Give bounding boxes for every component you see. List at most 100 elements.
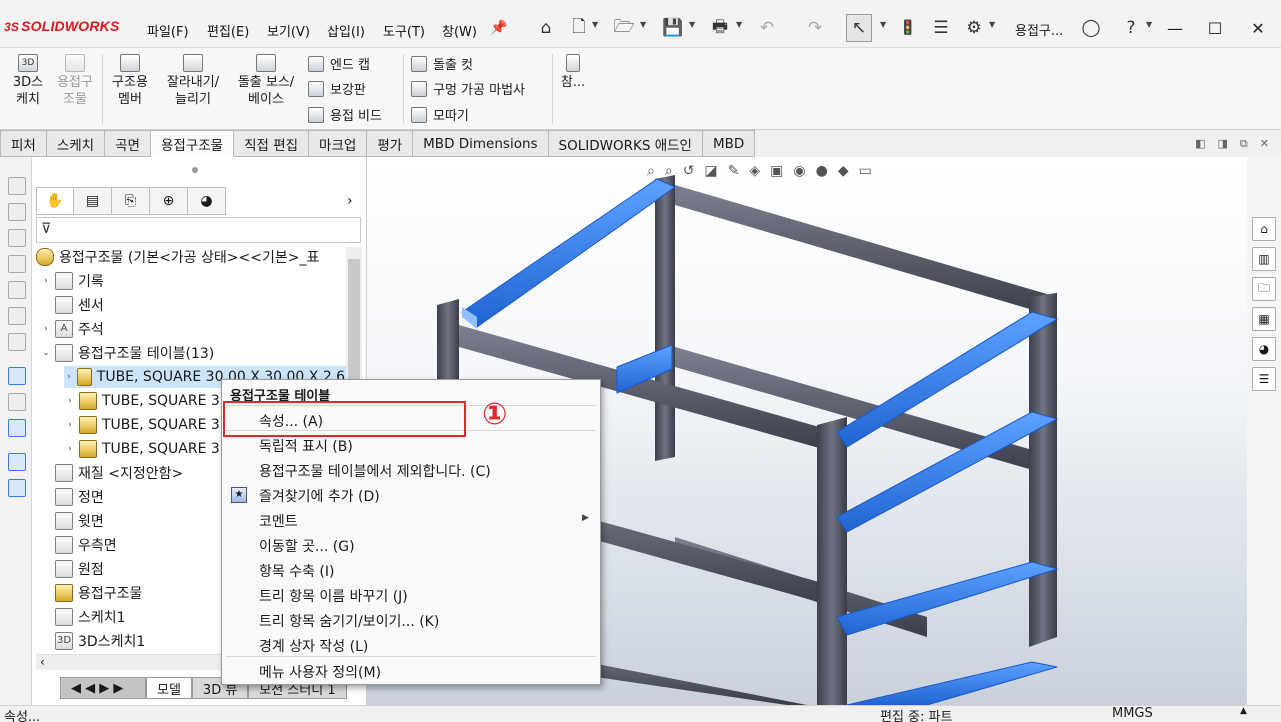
hide-show-items-icon[interactable]: ◉ [793,163,805,179]
menu-item-add-to-favorites[interactable]: 즐겨찾기에 추가 (D) [259,486,380,506]
tab-evaluate[interactable]: 평가 [367,130,414,157]
chevron-down-icon[interactable]: ▼ [689,20,695,29]
configuration-manager-tab-icon[interactable]: ⎘ [112,187,150,215]
undo-icon[interactable]: ↶ [756,17,778,39]
tree-item-cutlist-4[interactable]: › TUBE, SQUARE 3 [64,438,220,460]
menu-item-comment[interactable]: 코멘트 [259,511,298,531]
previous-view-icon[interactable]: ↺ [683,163,695,179]
edit-icon[interactable] [8,393,26,411]
menu-item-customize-menu[interactable]: 메뉴 사용자 정의(M) [259,662,381,682]
view-palette-icon[interactable]: ▦ [1252,307,1276,331]
tab-navigation-arrows[interactable]: ◀ ◀ ▶ ▶ [60,677,146,699]
traffic-light-icon[interactable]: 🚦 [897,17,919,39]
tab-weldments[interactable]: 용접구조물 [150,130,235,157]
status-unit-system[interactable]: MMGS [1112,706,1153,721]
menu-edit[interactable]: 편집(E) [207,21,249,40]
help-icon[interactable]: ? [1120,17,1142,39]
home-icon[interactable]: ⌂ [1252,217,1276,241]
apply-scene-icon[interactable]: ◆ [838,163,849,179]
zoom-area-icon[interactable]: ⌕ [665,163,673,179]
weld-bead-button[interactable]: 용접 비드 [308,105,382,124]
select-pointer-icon[interactable]: ↖ [846,14,872,42]
menu-insert[interactable]: 삽입(I) [327,21,365,40]
gusset-button[interactable]: 보강판 [308,79,366,98]
menu-item-exclude-from-cutlist[interactable]: 용접구조물 테이블에서 제외합니다. (C) [259,461,491,481]
menu-tools[interactable]: 도구(T) [383,21,425,40]
reference-geometry-button[interactable]: 참... [558,54,588,91]
tab-sketch[interactable]: 스케치 [46,130,106,157]
tree-filter[interactable]: ⊽ [36,217,361,243]
chevron-up-icon[interactable]: ▲ [1240,706,1247,716]
menu-file[interactable]: 파일(F) [147,21,189,40]
pin-icon[interactable]: 📌 [488,17,510,39]
3d-sketch-button[interactable]: 3D 3D스 케치 [6,54,50,108]
view-orientation-icon[interactable]: ◈ [749,163,760,179]
tree-item-3dsketch1[interactable]: 3D 3D스케치1 [40,630,145,652]
tab-surfaces[interactable]: 곡면 [105,130,151,157]
weldment-button[interactable]: 용접구 조물 [52,54,98,108]
feature-tree-tab-icon[interactable]: ✋ [36,187,74,215]
paste-icon[interactable] [8,479,26,497]
close-viewport-icon[interactable]: ✕ [1260,137,1269,151]
menu-item-create-bounding-box[interactable]: 경계 상자 작성 (L) [259,636,368,656]
hole-wizard-button[interactable]: 구멍 가공 마법사 [411,79,525,98]
tree-item-right-plane[interactable]: 우측면 [40,534,117,556]
tile-viewport-icon[interactable]: ◨ [1218,137,1228,151]
chevron-down-icon[interactable]: ▼ [592,20,598,29]
part-icon[interactable] [8,203,26,221]
chevron-right-icon[interactable]: › [347,193,353,209]
file-properties-icon[interactable]: ☰ [930,17,952,39]
extruded-boss-button[interactable]: 돌출 보스/ 베이스 [230,54,302,108]
minimize-icon[interactable]: — [1155,13,1195,43]
extruded-cut-button[interactable]: 돌출 컷 [411,54,473,73]
chevron-down-icon[interactable]: ▼ [736,20,742,29]
save-icon[interactable]: 💾 [662,17,684,39]
tree-item-origin[interactable]: 원점 [40,558,104,580]
tree-item-cutlist-2[interactable]: › TUBE, SQUARE 3 [64,390,220,412]
maximize-viewport-icon[interactable]: ⧉ [1240,137,1248,151]
display-icon[interactable] [8,419,26,437]
tree-item-annotations[interactable]: › A 주석 [40,318,104,340]
tree-item-cut-list[interactable]: ⌄ 용접구조물 테이블(13) [40,342,214,364]
dimxpert-tab-icon[interactable]: ⊕ [150,187,188,215]
tab-markup[interactable]: 마크업 [309,130,368,157]
part-icon[interactable] [8,229,26,247]
tree-item-front-plane[interactable]: 정면 [40,486,104,508]
chevron-down-icon[interactable]: ▼ [880,20,886,29]
scroll-left-icon[interactable]: ‹ [40,655,45,669]
selected-member[interactable] [846,661,1058,705]
display-style-icon[interactable]: ▣ [770,163,783,179]
print-icon[interactable]: 🖶 [709,17,731,39]
new-document-icon[interactable]: 🗋 [568,17,590,39]
tree-item-cutlist-3[interactable]: › TUBE, SQUARE 3 [64,414,220,436]
chevron-down-icon[interactable]: ▼ [1146,20,1152,29]
menu-window[interactable]: 창(W) [442,21,477,40]
selected-member[interactable] [836,561,1059,636]
menu-item-hide-show-tree-items[interactable]: 트리 항목 숨기기/보이기... (K) [259,611,439,631]
menu-item-rename-tree-item[interactable]: 트리 항목 이름 바꾸기 (J) [259,586,408,606]
structural-member-button[interactable]: 구조용 멤버 [106,54,154,108]
redo-icon[interactable]: ↷ [804,17,826,39]
tab-features[interactable]: 피처 [0,130,47,157]
part-icon[interactable] [8,307,26,325]
tab-mbd[interactable]: MBD [702,130,756,157]
home-icon[interactable]: ⌂ [535,17,557,39]
tree-item-top-plane[interactable]: 윗면 [40,510,104,532]
design-library-icon[interactable]: ▥ [1252,247,1276,271]
maximize-icon[interactable]: ☐ [1195,13,1235,43]
part-icon[interactable] [8,255,26,273]
tree-item-sensors[interactable]: 센서 [40,294,104,316]
display-manager-tab-icon[interactable]: ◕ [188,187,226,215]
tree-item-sketch1[interactable]: 스케치1 [40,606,126,628]
tab-mbd-dimensions[interactable]: MBD Dimensions [413,130,549,157]
tree-item-material[interactable]: 재질 <지정안함> [40,462,183,484]
restore-viewport-icon[interactable]: ◧ [1195,137,1205,151]
tab-solidworks-addins[interactable]: SOLIDWORKS 애드인 [548,130,703,157]
part-icon[interactable] [8,281,26,299]
tree-item-history[interactable]: › 기록 [40,270,104,292]
close-icon[interactable]: ✕ [1238,13,1278,43]
open-folder-icon[interactable]: 🗁 [613,17,635,39]
tree-item-weldment[interactable]: 용접구조물 [40,582,142,604]
part-icon[interactable] [8,333,26,351]
chamfer-button[interactable]: 모따기 [411,105,469,124]
